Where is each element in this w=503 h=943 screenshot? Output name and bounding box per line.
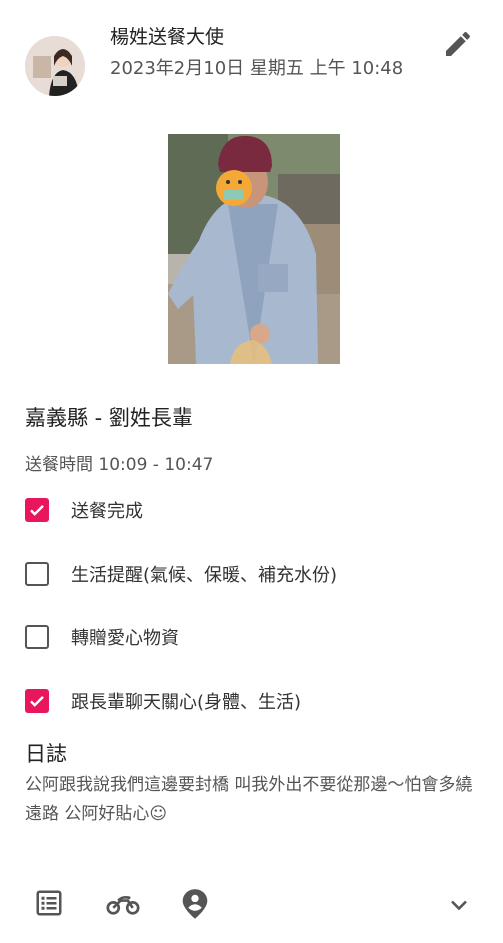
checklist-item-donated-supplies[interactable]: 轉贈愛心物資 [25,622,179,652]
post-timestamp: 2023年2月10日 星期五 上午 10:48 [110,58,404,79]
checkbox-checked-icon[interactable] [25,498,49,522]
checklist-item-life-reminder[interactable]: 生活提醒(氣候、保暖、補充水份) [25,559,337,589]
checklist-item-chat-care[interactable]: 跟長輩聊天關心(身體、生活) [25,686,301,716]
checklist-label: 跟長輩聊天關心(身體、生活) [71,692,302,713]
chevron-down-icon[interactable] [446,893,472,921]
checklist-label: 轉贈愛心物資 [71,628,179,649]
author-name: 楊姓送餐大使 [110,26,225,48]
log-text: 公阿跟我說我們這邊要封橋 叫我外出不要從那邊～怕會多繞遠路 公阿好貼心☺ [25,775,473,824]
checklist-label: 生活提醒(氣候、保暖、補充水份) [71,565,338,586]
checkbox-unchecked-icon[interactable] [25,625,49,649]
delivery-time: 送餐時間 10:09 - 10:47 [25,455,214,475]
avatar [25,36,85,96]
motorcycle-icon[interactable] [106,888,140,922]
checkbox-unchecked-icon[interactable] [25,562,49,586]
log-heading: 日誌 [25,742,67,766]
post-photo[interactable] [168,134,340,364]
checklist-label: 送餐完成 [71,501,143,522]
pencil-icon[interactable] [442,28,474,60]
location-person-icon[interactable] [180,888,210,924]
list-icon[interactable] [34,888,64,922]
checklist-item-meal-delivered[interactable]: 送餐完成 [25,495,143,525]
checkbox-checked-icon[interactable] [25,689,49,713]
post-title: 嘉義縣 - 劉姓長輩 [25,406,193,430]
